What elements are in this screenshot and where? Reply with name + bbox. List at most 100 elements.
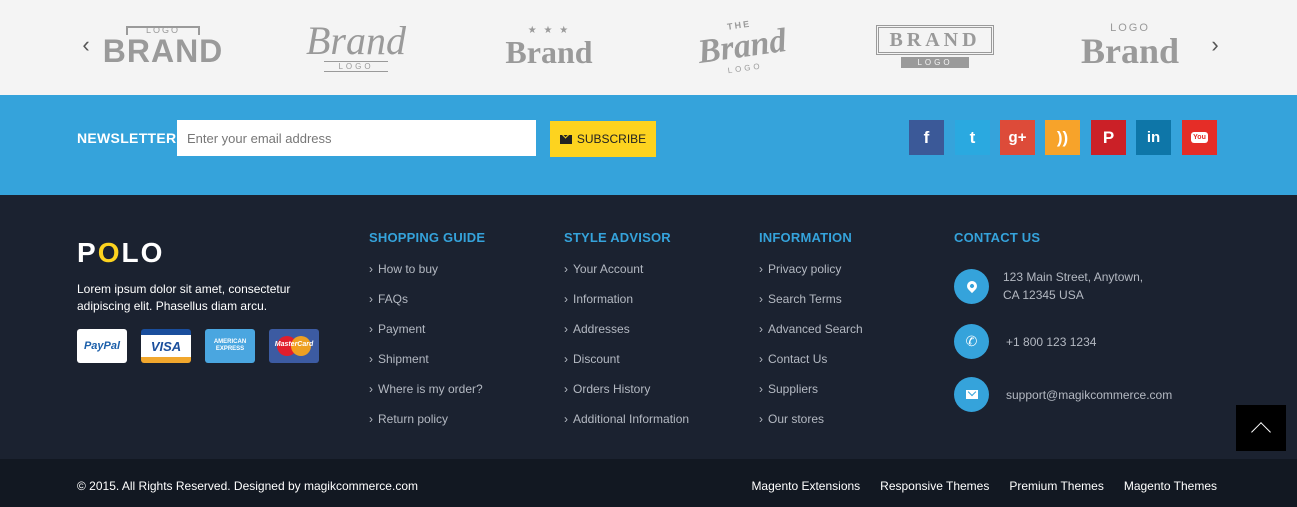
chevron-right-icon: › <box>564 262 568 276</box>
brand-logo-main-text: Brand <box>505 33 593 70</box>
brand-logo-6[interactable]: LOGO Brand <box>1080 14 1180 78</box>
payment-cards: PayPal VISA AMERICAN EXPRESS MasterCard <box>77 329 319 363</box>
chevron-right-icon: › <box>564 352 568 366</box>
logo-letter-p: P <box>77 237 98 268</box>
subscribe-button-label: SUBSCRIBE <box>576 132 647 146</box>
visa-card-icon: VISA <box>141 329 191 363</box>
footer-link[interactable]: › FAQs <box>369 292 485 322</box>
chevron-right-icon: › <box>564 292 568 306</box>
footer-link[interactable]: › Shipment <box>369 352 485 382</box>
bottom-link-responsive-themes[interactable]: Responsive Themes <box>880 479 989 493</box>
brand-logo-3[interactable]: ★ ★ ★ Brand <box>496 14 602 78</box>
link-list: › How to buy › FAQs › Payment › Shipment › Wh… <box>369 262 485 442</box>
newsletter-email-input[interactable] <box>177 120 536 156</box>
brand-logo-2[interactable]: Brand LOGO <box>294 14 418 78</box>
bottom-link-premium-themes[interactable]: Premium Themes <box>1009 479 1103 493</box>
footer-main: POLO Lorem ipsum dolor sit amet, consect… <box>0 195 1297 459</box>
column-title: CONTACT US <box>954 230 1041 245</box>
chevron-right-icon: › <box>369 412 373 426</box>
chevron-right-icon: › <box>369 262 373 276</box>
bottom-link-magento-themes[interactable]: Magento Themes <box>1124 479 1217 493</box>
chevron-right-icon: › <box>759 262 763 276</box>
footer-column-style-advisor: STYLE ADVISOR › Your Account › Information… <box>564 230 689 442</box>
carousel-prev-arrow-icon[interactable]: ‹ <box>76 30 96 60</box>
footer-link[interactable]: › Discount <box>564 352 689 382</box>
brand-logo-sub-text: LOGO <box>901 56 969 68</box>
bottom-link-magento-extensions[interactable]: Magento Extensions <box>751 479 860 493</box>
brand-logo-main-text: BRAND <box>889 28 981 51</box>
footer-column-contact: CONTACT US <box>954 230 1040 246</box>
subscribe-button[interactable]: SUBSCRIBE <box>550 121 656 157</box>
footer-link[interactable]: › Our stores <box>759 412 863 442</box>
newsletter-bar: NEWSLETTER SUBSCRIBE f t g+ )) P in You <box>0 95 1297 195</box>
carousel-next-arrow-icon[interactable]: › <box>1205 30 1225 60</box>
footer-link[interactable]: › Orders History <box>564 382 689 412</box>
chevron-right-icon: › <box>369 382 373 396</box>
logo-letters-lo: LO <box>121 237 165 268</box>
brand-logo-4[interactable]: THE Brand LOGO <box>686 7 798 85</box>
footer-link[interactable]: › Addresses <box>564 322 689 352</box>
youtube-icon[interactable]: You <box>1182 120 1217 155</box>
address-text: 123 Main Street, Anytown, CA 12345 USA <box>1003 270 1144 302</box>
copyright-text: © 2015. All Rights Reserved. Designed by… <box>77 479 418 493</box>
contact-address: 123 Main Street, Anytown, CA 12345 USA <box>954 268 1143 304</box>
contact-email: support@magikcommerce.com <box>954 377 1172 412</box>
brand-logo-5[interactable]: BRAND LOGO <box>868 14 1002 78</box>
footer-link[interactable]: › Suppliers <box>759 382 863 412</box>
amex-card-icon: AMERICAN EXPRESS <box>205 329 255 363</box>
phone-text[interactable]: +1 800 123 1234 <box>1006 333 1096 351</box>
twitter-icon[interactable]: t <box>955 120 990 155</box>
link-list: › Privacy policy › Search Terms › Advanced … <box>759 262 863 442</box>
footer-link[interactable]: › Where is my order? <box>369 382 485 412</box>
footer-link[interactable]: › Privacy policy <box>759 262 863 292</box>
phone-icon: ✆ <box>954 324 989 359</box>
brand-logo-1[interactable]: LOGO BRAND <box>102 14 224 78</box>
footer-column-shopping-guide: SHOPPING GUIDE › How to buy › FAQs › Paymen… <box>369 230 485 442</box>
chevron-right-icon: › <box>369 322 373 336</box>
about-text: Lorem ipsum dolor sit amet, consectetur … <box>77 282 291 313</box>
footer-link[interactable]: › Return policy <box>369 412 485 442</box>
chevron-right-icon: › <box>369 352 373 366</box>
chevron-up-icon <box>1251 422 1271 442</box>
envelope-icon <box>954 377 989 412</box>
envelope-icon <box>559 134 572 144</box>
chevron-right-icon: › <box>759 322 763 336</box>
chevron-right-icon: › <box>564 412 568 426</box>
footer-link[interactable]: › Additional Information <box>564 412 689 442</box>
chevron-right-icon: › <box>759 352 763 366</box>
chevron-right-icon: › <box>759 292 763 306</box>
email-text[interactable]: support@magikcommerce.com <box>1006 386 1172 404</box>
scroll-to-top-button[interactable] <box>1236 405 1286 451</box>
footer-link[interactable]: › Contact Us <box>759 352 863 382</box>
logo-letter-o: O <box>97 237 122 268</box>
brand-logo-main-text: Brand <box>306 17 406 63</box>
youtube-icon-label: You <box>1191 132 1208 143</box>
mastercard-card-icon: MasterCard <box>269 329 319 363</box>
rss-icon[interactable]: )) <box>1045 120 1080 155</box>
chevron-right-icon: › <box>759 412 763 426</box>
brand-logo-main-text: BRAND <box>102 32 224 69</box>
contact-phone: ✆ +1 800 123 1234 <box>954 324 1096 359</box>
brand-logo-frame: BRAND <box>876 24 994 55</box>
column-title: INFORMATION <box>759 230 852 245</box>
brand-logo-main-text: Brand <box>1080 31 1180 71</box>
chevron-right-icon: › <box>564 382 568 396</box>
footer-link[interactable]: › Your Account <box>564 262 689 292</box>
footer-link[interactable]: › Payment <box>369 322 485 352</box>
brand-logo-sub-text: LOGO <box>324 60 388 72</box>
footer-link[interactable]: › Information <box>564 292 689 322</box>
site-logo[interactable]: POLO <box>77 238 164 268</box>
linkedin-icon[interactable]: in <box>1136 120 1171 155</box>
footer-column-information: INFORMATION › Privacy policy › Search Term… <box>759 230 863 442</box>
paypal-card-icon: PayPal <box>77 329 127 363</box>
footer-link[interactable]: › How to buy <box>369 262 485 292</box>
mastercard-text: MasterCard <box>274 341 314 348</box>
google-plus-icon[interactable]: g+ <box>1000 120 1035 155</box>
link-list: › Your Account › Information › Addresses › D… <box>564 262 689 442</box>
column-title: SHOPPING GUIDE <box>369 230 486 245</box>
chevron-right-icon: › <box>369 292 373 306</box>
pinterest-icon[interactable]: P <box>1091 120 1126 155</box>
footer-link[interactable]: › Search Terms <box>759 292 863 322</box>
footer-link[interactable]: › Advanced Search <box>759 322 863 352</box>
facebook-icon[interactable]: f <box>909 120 944 155</box>
